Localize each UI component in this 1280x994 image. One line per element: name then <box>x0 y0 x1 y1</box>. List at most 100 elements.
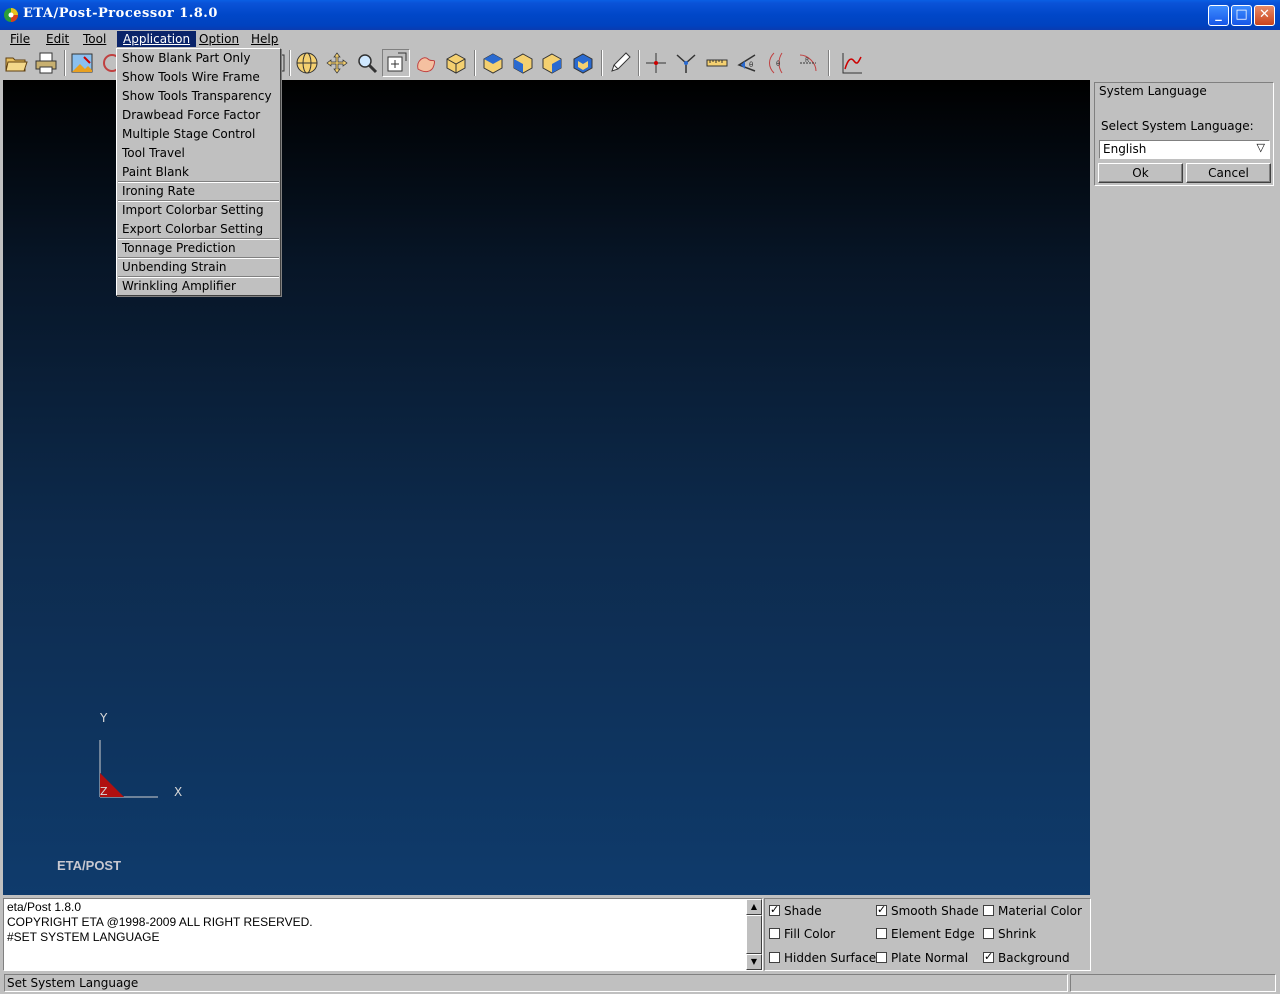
status-text: Set System Language <box>4 974 1068 992</box>
svg-text:θ: θ <box>749 61 753 69</box>
angle-icon[interactable]: θ <box>733 49 761 77</box>
menu-item-show-tools-wire-frame[interactable]: Show Tools Wire Frame <box>118 68 279 87</box>
option-plate-normal[interactable]: Plate Normal <box>876 950 968 966</box>
menu-item-tonnage-prediction[interactable]: Tonnage Prediction <box>118 239 279 258</box>
checkbox[interactable] <box>769 928 780 939</box>
svg-text:θ: θ <box>776 60 780 68</box>
option-label: Fill Color <box>784 927 836 941</box>
system-language-panel: System Language Select System Language: … <box>1094 82 1274 186</box>
checkbox[interactable] <box>983 928 994 939</box>
application-menu-dropdown: Show Blank Part Only Show Tools Wire Fra… <box>116 48 281 296</box>
window-title: ETA/Post-Processor 1.8.0 <box>23 6 218 21</box>
normal-view-icon[interactable] <box>569 49 597 77</box>
top-view-icon[interactable] <box>479 49 507 77</box>
console-scrollbar[interactable]: ▲ ▼ <box>746 899 762 970</box>
checkbox[interactable] <box>769 952 780 963</box>
toolbar-separator <box>64 50 66 76</box>
image-export-icon[interactable] <box>68 49 96 77</box>
menu-item-paint-blank[interactable]: Paint Blank <box>118 163 279 182</box>
radius-icon[interactable]: R <box>794 49 822 77</box>
panel-title: System Language <box>1099 84 1207 98</box>
front-view-icon[interactable] <box>509 49 537 77</box>
checkbox[interactable] <box>876 928 887 939</box>
vertex-pick-icon[interactable] <box>672 49 700 77</box>
graph-plot-icon[interactable] <box>838 49 866 77</box>
open-folder-icon[interactable] <box>2 49 30 77</box>
pen-icon[interactable] <box>606 49 634 77</box>
dropdown-arrow-icon[interactable]: ▽ <box>1257 141 1265 154</box>
menu-item-unbending-strain[interactable]: Unbending Strain <box>118 258 279 277</box>
checkbox[interactable] <box>983 949 994 965</box>
option-smooth-shade[interactable]: Smooth Shade <box>876 902 979 919</box>
option-label: Shrink <box>998 927 1037 941</box>
language-select[interactable]: English ▽ <box>1099 140 1270 159</box>
title-bar: ETA/Post-Processor 1.8.0 _ □ ✕ <box>0 0 1280 30</box>
node-pick-icon[interactable] <box>642 49 670 77</box>
menu-item-drawbead-force-factor[interactable]: Drawbead Force Factor <box>118 106 279 125</box>
checkbox[interactable] <box>876 952 887 963</box>
cancel-button[interactable]: Cancel <box>1186 163 1271 183</box>
menu-item-show-tools-transparency[interactable]: Show Tools Transparency <box>118 87 279 106</box>
display-options-panel: Shade Smooth Shade Material Color Fill C… <box>764 898 1091 971</box>
menu-edit[interactable]: Edit <box>40 31 75 47</box>
ok-button[interactable]: Ok <box>1098 163 1183 183</box>
option-background[interactable]: Background <box>983 949 1070 966</box>
scroll-thumb[interactable] <box>746 915 762 954</box>
measure-ruler-icon[interactable] <box>703 49 731 77</box>
status-bar: Set System Language <box>0 973 1280 994</box>
rotate-sphere-icon[interactable] <box>293 49 321 77</box>
eta-app-icon <box>4 8 18 22</box>
toolbar-separator <box>828 50 830 76</box>
console-line: #SET SYSTEM LANGUAGE <box>7 930 160 944</box>
option-label: Background <box>998 951 1070 965</box>
menu-item-import-colorbar-setting[interactable]: Import Colorbar Setting <box>118 201 279 220</box>
option-hidden-surface[interactable]: Hidden Surface <box>769 950 876 966</box>
checkbox[interactable] <box>769 902 780 918</box>
console-line: COPYRIGHT ETA @1998-2009 ALL RIGHT RESER… <box>7 915 313 929</box>
option-material-color[interactable]: Material Color <box>983 903 1082 919</box>
print-icon[interactable] <box>32 49 60 77</box>
option-shrink[interactable]: Shrink <box>983 926 1036 942</box>
maximize-button[interactable]: □ <box>1231 5 1252 26</box>
menu-tool[interactable]: Tool <box>77 31 112 47</box>
axis-x-label: X <box>174 785 183 799</box>
toolbar-separator <box>601 50 603 76</box>
scroll-up-icon[interactable]: ▲ <box>746 899 762 915</box>
option-fill-color[interactable]: Fill Color <box>769 926 835 942</box>
checkbox[interactable] <box>983 905 994 916</box>
freehand-zoom-icon[interactable] <box>412 49 440 77</box>
option-label: Shade <box>784 904 822 918</box>
option-label: Material Color <box>998 904 1082 918</box>
zoom-icon[interactable] <box>353 49 381 77</box>
svg-text:R: R <box>805 57 809 64</box>
side-view-icon[interactable] <box>538 49 566 77</box>
menu-application[interactable]: Application <box>117 31 197 47</box>
message-console[interactable]: eta/Post 1.8.0 COPYRIGHT ETA @1998-2009 … <box>3 898 763 971</box>
arc-angle-icon[interactable]: θ <box>764 49 792 77</box>
menu-item-show-blank-part-only[interactable]: Show Blank Part Only <box>118 49 279 68</box>
option-element-edge[interactable]: Element Edge <box>876 926 975 942</box>
toolbar-separator <box>638 50 640 76</box>
toolbar-separator <box>289 50 291 76</box>
option-shade[interactable]: Shade <box>769 902 822 919</box>
minimize-button[interactable]: _ <box>1208 5 1229 26</box>
menu-item-tool-travel[interactable]: Tool Travel <box>118 144 279 163</box>
menu-option[interactable]: Option <box>193 31 245 47</box>
option-label: Element Edge <box>891 927 975 941</box>
eta-post-watermark: ETA/POST <box>57 858 122 873</box>
menu-item-ironing-rate[interactable]: Ironing Rate <box>118 182 279 201</box>
iso-view-icon[interactable] <box>442 49 470 77</box>
scroll-down-icon[interactable]: ▼ <box>746 954 762 970</box>
menu-item-wrinkling-amplifier[interactable]: Wrinkling Amplifier <box>118 277 279 296</box>
menu-help[interactable]: Help <box>245 31 284 47</box>
pan-icon[interactable] <box>323 49 351 77</box>
zoom-window-icon[interactable] <box>382 49 410 77</box>
close-button[interactable]: ✕ <box>1254 5 1275 26</box>
menu-item-multiple-stage-control[interactable]: Multiple Stage Control <box>118 125 279 144</box>
menu-item-export-colorbar-setting[interactable]: Export Colorbar Setting <box>118 220 279 239</box>
toolbar-separator <box>474 50 476 76</box>
checkbox[interactable] <box>876 902 887 918</box>
menu-file[interactable]: File <box>4 31 36 47</box>
option-label: Plate Normal <box>891 951 969 965</box>
language-prompt: Select System Language: <box>1101 119 1254 133</box>
